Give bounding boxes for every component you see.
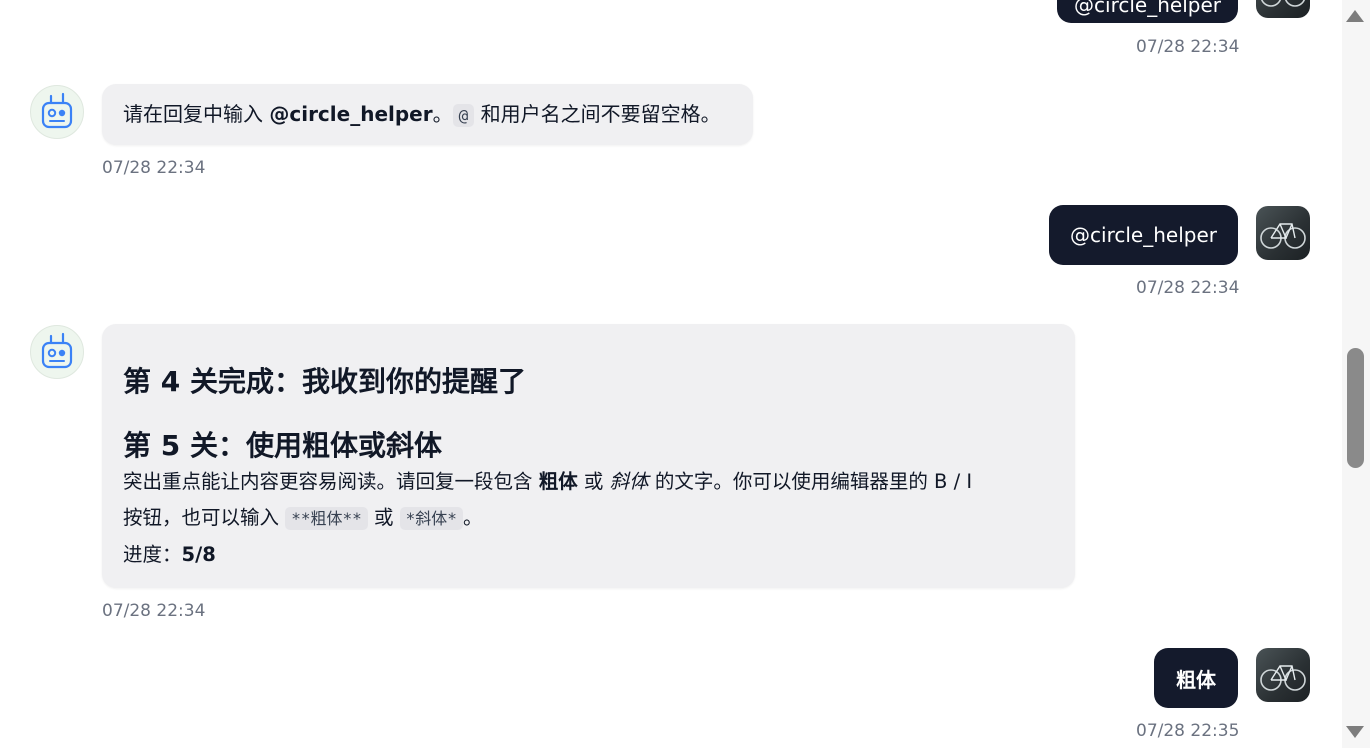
instruction-text: 的文字。你可以使用编辑器里的 B / I	[648, 470, 973, 493]
inline-code: *斜体*	[399, 507, 463, 530]
message-timestamp: 07/28 22:35	[1136, 721, 1240, 741]
instruction-text: 按钮，也可以输入	[123, 506, 286, 529]
scrollbar-thumb[interactable]	[1347, 348, 1364, 468]
inline-code: **粗体**	[285, 507, 368, 530]
user-message-text: @circle_helper	[1070, 223, 1217, 247]
bicycle-icon	[1260, 0, 1306, 7]
mention-text: @circle_helper	[269, 102, 433, 126]
user-message-bubble: @circle_helper	[1049, 205, 1238, 265]
bot-avatar[interactable]	[30, 85, 84, 139]
progress-value: 5/8	[181, 543, 216, 566]
message-timestamp: 07/28 22:34	[102, 158, 206, 178]
bicycle-icon	[1260, 223, 1306, 249]
scroll-down-arrow-icon[interactable]	[1346, 726, 1364, 738]
instruction-text: 。	[462, 506, 483, 529]
instruction-text: 突出重点能让内容更容易阅读。请回复一段包含	[123, 470, 539, 493]
bot-message-bubble: 第 4 关完成：我收到你的提醒了 第 5 关：使用粗体或斜体 突出重点能让内容更…	[102, 324, 1075, 588]
robot-icon	[41, 332, 73, 369]
message-text: 请在回复中输入	[123, 102, 270, 126]
user-avatar[interactable]	[1256, 648, 1310, 702]
bot-message-bubble: 请在回复中输入 @circle_helper。 @ 和用户名之间不要留空格。	[102, 84, 753, 145]
user-message-bubble: 粗体	[1154, 648, 1238, 708]
message-text: 和用户名之间不要留空格。	[474, 102, 721, 126]
message-timestamp: 07/28 22:34	[1136, 37, 1240, 57]
robot-icon	[41, 92, 73, 129]
message-timestamp: 07/28 22:34	[102, 601, 206, 621]
user-message-text: 粗体	[1176, 667, 1216, 692]
scroll-up-arrow-icon[interactable]	[1346, 10, 1364, 22]
message-timestamp: 07/28 22:34	[1136, 278, 1240, 298]
instruction-text: 或	[367, 506, 400, 529]
level-complete-heading: 第 4 关完成：我收到你的提醒了	[123, 365, 526, 398]
bold-example: 粗体	[538, 470, 578, 493]
bot-avatar[interactable]	[30, 325, 84, 379]
instruction-text: 或	[577, 470, 610, 493]
user-avatar[interactable]	[1256, 206, 1310, 260]
user-avatar[interactable]	[1256, 0, 1310, 18]
progress-label: 进度：	[123, 543, 182, 566]
level-instructions: 突出重点能让内容更容易阅读。请回复一段包含 粗体 或 斜体 的文字。你可以使用编…	[123, 464, 1054, 537]
inline-code: @	[452, 104, 475, 127]
user-message-text: @circle_helper	[1074, 0, 1221, 17]
user-message-bubble: @circle_helper	[1057, 0, 1238, 23]
message-text: 。	[432, 102, 453, 126]
italic-example: 斜体	[609, 470, 649, 493]
chat-thread: @circle_helper 07/28 22:34 请在回复中输入 @circ…	[0, 0, 1342, 748]
level-heading: 第 5 关：使用粗体或斜体	[123, 429, 442, 462]
bicycle-icon	[1260, 665, 1306, 691]
progress-line: 进度：5/8	[123, 537, 1054, 573]
